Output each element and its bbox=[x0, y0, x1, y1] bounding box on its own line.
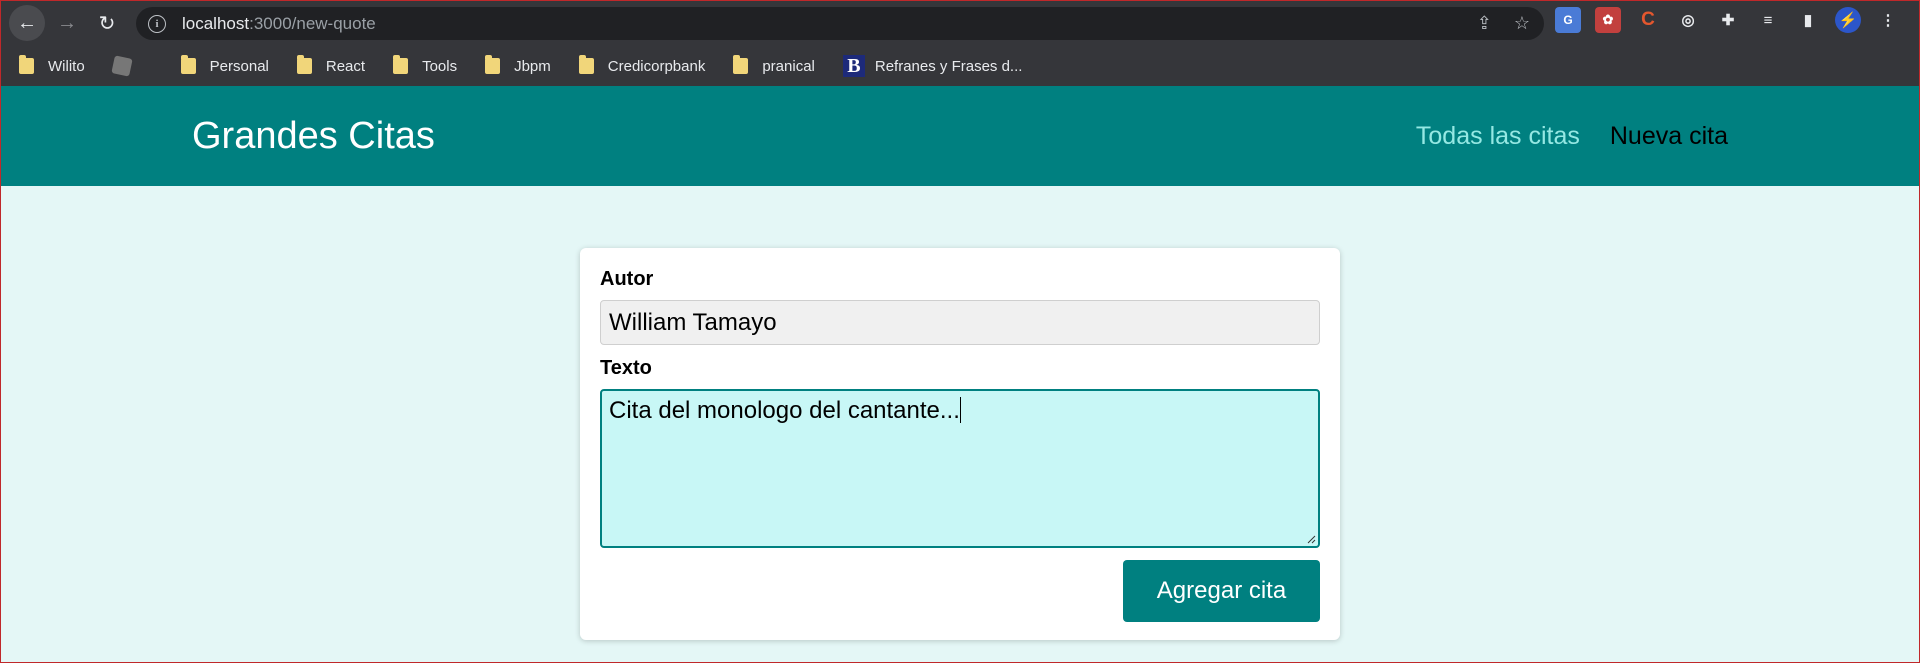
chrome-menu-icon[interactable]: ⋮ bbox=[1875, 7, 1901, 33]
text-label: Texto bbox=[600, 357, 652, 379]
bookmark-star-icon[interactable]: ☆ bbox=[1514, 13, 1530, 34]
site-info-icon[interactable]: i bbox=[148, 14, 166, 33]
bookmark-label: Tools bbox=[422, 57, 458, 75]
side-panel-icon[interactable]: ▮ bbox=[1795, 7, 1821, 33]
bookmark-label: Refranes y Frases d... bbox=[874, 57, 1023, 75]
extension-red-icon[interactable]: ✿ bbox=[1595, 7, 1621, 33]
media-queue-icon[interactable]: ≡ bbox=[1755, 7, 1781, 33]
google-translate-icon[interactable]: G bbox=[1555, 7, 1581, 33]
text-value: Cita del monologo del cantante... bbox=[609, 397, 960, 424]
bookmark-label: Credicorpbank bbox=[607, 57, 706, 75]
bookmark-roblox[interactable] bbox=[110, 55, 153, 77]
bookmark-label: pranical bbox=[762, 57, 815, 75]
url-path: :3000/new-quote bbox=[249, 13, 376, 33]
browser-toolbar: ← → ↻ i localhost:3000/new-quote ⇪ ☆ G ✿… bbox=[0, 0, 1920, 46]
bookmarks-bar: Wilito Personal React Tools Jbpm Credico… bbox=[0, 46, 1920, 86]
new-quote-form: Autor William Tamayo Texto Cita del mono… bbox=[580, 248, 1340, 640]
bookmark-label: Personal bbox=[209, 57, 269, 75]
app-header: Grandes Citas Todas las citas Nueva cita bbox=[0, 86, 1920, 186]
text-cursor bbox=[959, 397, 961, 423]
bookmark-label: Wilito bbox=[48, 57, 85, 75]
bookmark-label: React bbox=[325, 57, 366, 75]
share-icon[interactable]: ⇪ bbox=[1477, 13, 1492, 34]
reload-icon[interactable]: ↻ bbox=[89, 5, 125, 41]
bookmark-pranical[interactable]: pranical bbox=[733, 55, 815, 75]
author-label: Autor bbox=[600, 268, 654, 290]
url-host: localhost bbox=[182, 13, 250, 33]
bookmark-label: Jbpm bbox=[514, 57, 551, 75]
bookmark-jbpm[interactable]: Jbpm bbox=[485, 55, 551, 75]
address-bar[interactable]: i localhost:3000/new-quote ⇪ ☆ bbox=[136, 7, 1544, 40]
bookmark-refranes[interactable]: B Refranes y Frases d... bbox=[842, 55, 1023, 77]
main-nav: Todas las citas Nueva cita bbox=[1416, 122, 1728, 151]
roblox-icon bbox=[110, 55, 133, 77]
url-text[interactable]: localhost:3000/new-quote bbox=[182, 14, 376, 34]
folder-icon bbox=[393, 55, 409, 74]
extensions-puzzle-icon[interactable]: ✚ bbox=[1715, 7, 1741, 33]
folder-icon bbox=[180, 55, 196, 74]
bookmark-personal[interactable]: Personal bbox=[180, 55, 269, 75]
app-title: Grandes Citas bbox=[192, 115, 435, 157]
text-textarea[interactable]: Cita del monologo del cantante... bbox=[600, 389, 1320, 548]
bookmark-tools[interactable]: Tools bbox=[393, 55, 458, 75]
bookmark-react[interactable]: React bbox=[296, 55, 366, 75]
extension-c-icon[interactable]: C bbox=[1635, 7, 1661, 33]
folder-icon bbox=[19, 55, 34, 74]
nav-all-quotes[interactable]: Todas las citas bbox=[1416, 122, 1580, 151]
add-quote-button[interactable]: Agregar cita bbox=[1123, 560, 1320, 622]
folder-icon bbox=[733, 55, 749, 74]
site-b-icon: B bbox=[842, 55, 865, 77]
bookmark-wilito[interactable]: Wilito bbox=[19, 55, 85, 75]
folder-icon bbox=[485, 55, 501, 74]
author-input[interactable]: William Tamayo bbox=[600, 300, 1320, 345]
resize-handle-icon[interactable] bbox=[1306, 534, 1316, 544]
back-icon[interactable]: ← bbox=[9, 5, 45, 41]
folder-icon bbox=[578, 55, 594, 74]
nav-new-quote[interactable]: Nueva cita bbox=[1610, 122, 1728, 151]
forward-icon[interactable]: → bbox=[49, 5, 85, 41]
folder-icon bbox=[296, 55, 312, 74]
bookmark-credicorpbank[interactable]: Credicorpbank bbox=[578, 55, 706, 75]
extension-target-icon[interactable]: ◎ bbox=[1675, 7, 1701, 33]
profile-avatar-icon[interactable]: ⚡ bbox=[1835, 7, 1861, 33]
